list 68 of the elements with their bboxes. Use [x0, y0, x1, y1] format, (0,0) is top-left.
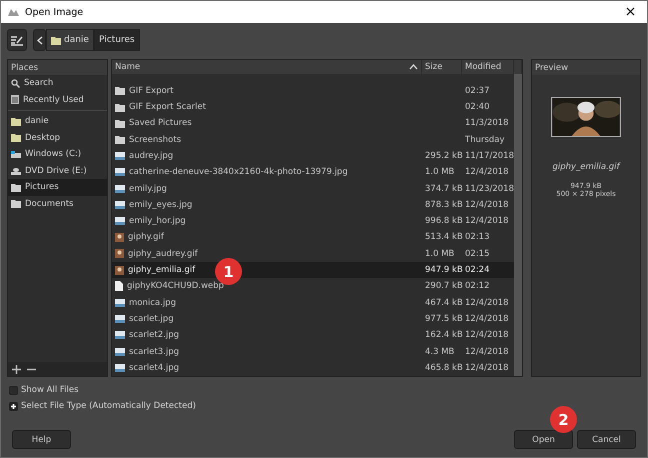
search-icon: [11, 78, 20, 88]
expander-label: Select File Type (Automatically Detected): [21, 401, 196, 411]
checkbox-label: Show All Files: [21, 385, 79, 395]
file-row[interactable]: scarlet2.jpg 162.4 kB 12/4/2018: [112, 327, 514, 344]
preview-filename: giphy_emilia.gif: [552, 162, 620, 172]
image-file-icon: [115, 298, 125, 307]
close-icon[interactable]: [626, 6, 635, 16]
image-file-icon: [115, 348, 125, 356]
place-item[interactable]: Desktop: [8, 130, 107, 146]
file-row[interactable]: audrey.jpg 295.2 kB 11/17/2018: [112, 148, 514, 164]
place-item[interactable]: Windows (C:): [8, 146, 107, 162]
file-row[interactable]: Screenshots Thursday: [112, 132, 514, 148]
document-stack-icon: [11, 95, 19, 104]
file-row[interactable]: scarlet.jpg 977.5 kB 12/4/2018: [112, 310, 514, 328]
dialog-button[interactable]: Cancel: [577, 430, 636, 449]
plus-icon[interactable]: [9, 402, 18, 410]
column-header[interactable]: Modified: [462, 60, 514, 74]
sort-ascending-icon: [409, 64, 418, 70]
preview-header: Preview: [532, 60, 640, 75]
dialog-button[interactable]: Open: [514, 430, 573, 449]
places-header: Places: [8, 60, 107, 75]
column-header[interactable]: Name: [112, 60, 422, 74]
file-row[interactable]: giphy.gif 513.4 kB 02:13: [112, 229, 514, 246]
file-row[interactable]: emily.jpg 374.7 kB 11/23/2018: [112, 180, 514, 197]
drive-icon: [11, 150, 21, 158]
file-row[interactable]: scarlet3.jpg 4.3 MB 12/4/2018: [112, 343, 514, 360]
folder-icon: [51, 36, 61, 44]
place-item[interactable]: Search: [8, 75, 107, 92]
file-row[interactable]: emily_eyes.jpg 878.3 kB 12/4/2018: [112, 196, 514, 214]
file-row[interactable]: GIF Export Scarlet 02:40: [112, 98, 514, 116]
scrollbar[interactable]: [514, 74, 522, 376]
file-row[interactable]: monica.jpg 467.4 kB 12/4/2018: [112, 294, 514, 311]
file-row[interactable]: Saved Pictures 11/3/2018: [112, 115, 514, 132]
file-row[interactable]: catherine-deneuve-3840x2160-4k-photo-13979.jpg 1.0 MB 12/4/2018: [112, 164, 514, 180]
thumbnail-icon: [115, 249, 124, 258]
column-header[interactable]: Size: [422, 60, 462, 74]
image-file-icon: [115, 314, 125, 323]
document-icon: [115, 281, 123, 292]
image-file-icon: [115, 364, 125, 372]
checkbox[interactable]: [9, 386, 18, 394]
app-icon: [7, 7, 20, 17]
place-item[interactable]: Recently Used: [8, 92, 107, 108]
image-file-icon: [115, 200, 125, 209]
place-item[interactable]: Pictures: [8, 179, 107, 196]
place-item[interactable]: Documents: [8, 196, 107, 212]
image-file-icon: [115, 184, 125, 193]
help-button[interactable]: Help: [12, 430, 71, 449]
image-file-icon: [115, 152, 125, 160]
back-button[interactable]: [33, 29, 46, 51]
image-file-icon: [115, 217, 125, 226]
image-file-icon: [115, 331, 125, 340]
file-row[interactable]: GIF Export 02:37: [112, 82, 514, 99]
edit-icon: [11, 34, 23, 46]
edit-location-button[interactable]: [7, 29, 27, 51]
file-row[interactable]: scarlet4.jpg 465.8 kB 12/4/2018: [112, 360, 514, 376]
add-icon[interactable]: [12, 364, 21, 374]
back-icon: [36, 36, 42, 44]
disc-drive-icon: [11, 166, 21, 175]
path-segment[interactable]: danie: [46, 29, 94, 51]
image-file-icon: [115, 168, 125, 176]
thumbnail-icon: [115, 232, 124, 242]
window-title: Open Image: [25, 6, 84, 18]
file-row[interactable]: emily_hor.jpg 996.8 kB 12/4/2018: [112, 213, 514, 230]
step-badge: 2: [550, 406, 577, 433]
place-item[interactable]: danie: [8, 113, 107, 130]
thumbnail-icon: [115, 266, 124, 275]
path-segment[interactable]: Pictures: [94, 29, 140, 51]
place-item[interactable]: DVD Drive (E:): [8, 162, 107, 179]
